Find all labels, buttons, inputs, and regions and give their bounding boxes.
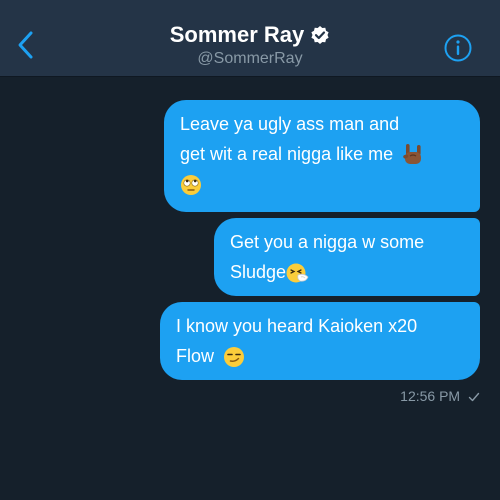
message-bubble[interactable]: Get you a nigga w some Sludge <box>214 218 480 296</box>
message-line: Flow <box>176 341 464 371</box>
message-line: I know you heard Kaioken x20 <box>176 316 418 336</box>
message-bubble[interactable]: I know you heard Kaioken x20 Flow <box>160 302 480 380</box>
smirking-face-emoji <box>224 347 245 368</box>
conversation-title-block: Sommer Ray @SommerRay <box>0 22 500 69</box>
message-timestamp: 12:56 PM <box>400 388 461 404</box>
info-button[interactable] <box>443 33 473 63</box>
title-row: Sommer Ray <box>170 22 331 48</box>
message-line: Leave ya ugly ass man and <box>180 114 400 134</box>
message-line <box>180 169 464 199</box>
rolling-eyes-emoji <box>181 175 201 196</box>
message-status: 12:56 PM <box>300 386 480 406</box>
message-line: get wit a real nigga like me <box>180 139 464 169</box>
direct-message-screen: Sommer Ray @SommerRay Leave ya ugly ass … <box>0 0 500 500</box>
message-line: Sludge <box>230 257 464 287</box>
conversation-handle: @SommerRay <box>197 50 303 67</box>
check-icon <box>468 393 480 402</box>
verified-badge-icon <box>311 26 329 44</box>
sneezing-face-emoji <box>286 263 309 283</box>
message-bubble[interactable]: Leave ya ugly ass man and get wit a real… <box>164 100 480 212</box>
sign-of-the-horns-emoji <box>403 144 422 165</box>
conversation-header: Sommer Ray @SommerRay <box>0 0 500 77</box>
info-icon <box>444 34 472 62</box>
message-line: Get you a nigga w some <box>230 232 425 252</box>
conversation-title: Sommer Ray <box>169 22 305 47</box>
